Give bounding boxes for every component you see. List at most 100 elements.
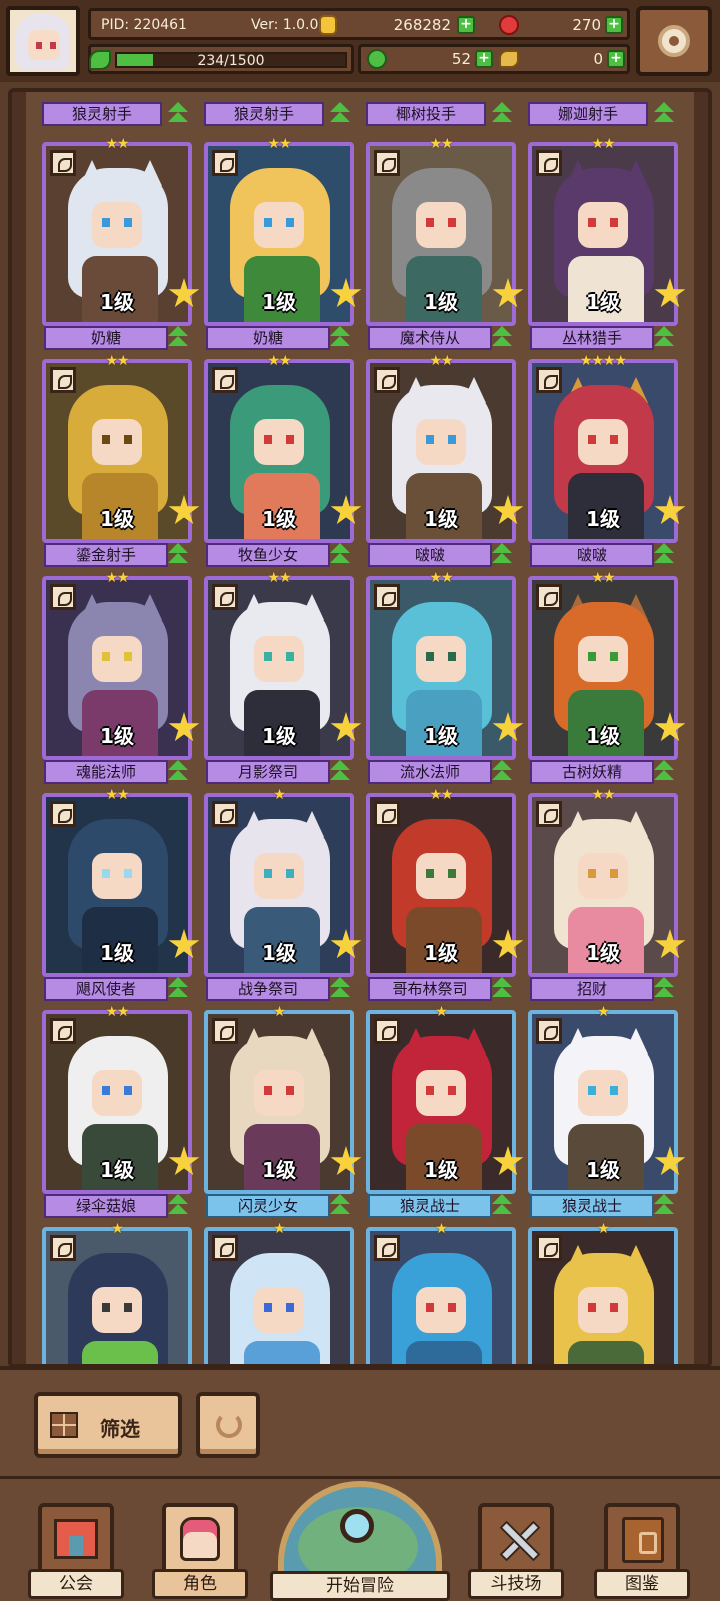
character-eye: [264, 1303, 272, 1312]
filter-button[interactable]: 筛选: [34, 1392, 182, 1458]
rarity-stars: ★★: [591, 136, 615, 152]
add-gem-button[interactable]: +: [605, 16, 623, 34]
card-level: 1级: [586, 290, 620, 314]
character-card[interactable]: ★★ 1级 牧鱼少女: [204, 353, 362, 567]
character-eye: [102, 218, 110, 227]
character-card[interactable]: ★★ 1级 魔术侍从: [366, 136, 524, 350]
character-card[interactable]: ★★ 1级 魂能法师: [42, 570, 200, 784]
character-card[interactable]: ★★ 1级 月影祭司: [204, 570, 362, 784]
card-name: 狼灵战士: [368, 1194, 492, 1218]
character-eye: [588, 869, 596, 878]
nav-character[interactable]: 角色: [152, 1503, 248, 1601]
character-eye: [448, 1086, 456, 1095]
upgrade-arrow-icon[interactable]: [328, 543, 352, 567]
player-avatar[interactable]: [6, 6, 80, 76]
nav-arena[interactable]: 斗技场: [468, 1503, 564, 1601]
character-card[interactable]: ★ 1级 狼灵战士: [528, 1004, 686, 1218]
character-face: [578, 202, 628, 248]
rarity-stars: ★★: [105, 570, 129, 586]
card-name: 丛林猎手: [530, 326, 654, 350]
character-card[interactable]: ★ 1级 狼灵战士: [366, 1004, 524, 1218]
add-clover-button[interactable]: +: [475, 50, 493, 68]
character-collection-board[interactable]: 狼灵射手 狼灵射手 椰树投手 娜迦射手 ★★ 1级 奶糖 ★★ 1级 奶糖 ★★ 1级 魔术侍从…: [8, 88, 712, 1368]
class-icon: [536, 801, 562, 827]
class-icon: [50, 801, 76, 827]
class-icon: [212, 150, 238, 176]
card-frame: [366, 1227, 516, 1364]
character-face: [416, 636, 466, 682]
class-icon: [536, 584, 562, 610]
card-level: 1级: [424, 941, 458, 965]
upgrade-arrow-icon[interactable]: [652, 326, 676, 350]
filter-label: 筛选: [100, 1417, 140, 1441]
refresh-button[interactable]: [196, 1392, 260, 1458]
class-icon: [374, 584, 400, 610]
card-name: 狼灵战士: [530, 1194, 654, 1218]
add-key-button[interactable]: +: [607, 50, 625, 68]
character-card[interactable]: ★★ 1级 鎏金射手: [42, 353, 200, 567]
add-gold-button[interactable]: +: [457, 16, 475, 34]
upgrade-arrow-icon[interactable]: [490, 326, 514, 350]
character-card[interactable]: ★★ 1级 古树妖精: [528, 570, 686, 784]
character-card[interactable]: ★★ 1级 啵啵: [366, 353, 524, 567]
character-card[interactable]: ★★ 1级 奶糖: [42, 136, 200, 350]
nav-codex-label: 图鉴: [594, 1569, 690, 1599]
nav-guild[interactable]: 公会: [28, 1503, 124, 1601]
nav-codex[interactable]: 图鉴: [594, 1503, 690, 1601]
card-name: 奶糖: [44, 326, 168, 350]
card-name: 啵啵: [368, 543, 492, 567]
character-eye: [426, 1303, 434, 1312]
gold-coin-icon: [319, 15, 337, 35]
upgrade-arrow-icon[interactable]: [490, 543, 514, 567]
upgrade-arrow-icon[interactable]: [166, 326, 190, 350]
player-info-bar: PID: 220461 Ver: 1.0.0.0 268282 + 270 +: [88, 8, 630, 40]
upgrade-arrow-icon[interactable]: [166, 977, 190, 1001]
class-icon: [374, 1018, 400, 1044]
character-eye: [264, 652, 272, 661]
character-eye: [124, 869, 132, 878]
character-card[interactable]: ★★ 1级 奶糖: [204, 136, 362, 350]
character-card[interactable]: ★: [42, 1221, 192, 1364]
upgrade-arrow-icon[interactable]: [652, 760, 676, 784]
character-card[interactable]: ★ 1级 闪灵少女: [204, 1004, 362, 1218]
rarity-stars: ★: [111, 1221, 124, 1237]
upgrade-arrow-icon[interactable]: [490, 1194, 514, 1218]
rarity-stars: ★★: [267, 136, 291, 152]
rarity-stars: ★: [435, 1004, 448, 1020]
card-frame: [528, 1227, 678, 1364]
upgrade-arrow-icon: [328, 102, 352, 126]
character-card[interactable]: ★: [366, 1221, 516, 1364]
upgrade-arrow-icon[interactable]: [166, 1194, 190, 1218]
card-name: 奶糖: [206, 326, 330, 350]
character-card[interactable]: ★ 1级 战争祭司: [204, 787, 362, 1001]
upgrade-arrow-icon[interactable]: [652, 1194, 676, 1218]
character-card[interactable]: ★★ 1级 飓风使者: [42, 787, 200, 1001]
character-card[interactable]: ★★★★ 1级 啵啵: [528, 353, 686, 567]
settings-button[interactable]: [636, 6, 712, 76]
upgrade-arrow-icon[interactable]: [652, 977, 676, 1001]
character-face: [254, 853, 304, 899]
card-name: 狼灵射手: [42, 102, 162, 126]
class-icon: [374, 801, 400, 827]
upgrade-arrow-icon[interactable]: [490, 977, 514, 1001]
character-eye: [286, 869, 294, 878]
upgrade-arrow-icon[interactable]: [652, 543, 676, 567]
character-face: [92, 1070, 142, 1116]
upgrade-arrow-icon[interactable]: [328, 760, 352, 784]
character-card[interactable]: ★★ 1级 绿伞菇娘: [42, 1004, 200, 1218]
nav-start-adventure[interactable]: 开始冒险: [270, 1479, 450, 1601]
upgrade-arrow-icon[interactable]: [166, 760, 190, 784]
character-card[interactable]: ★★ 1级 流水法师: [366, 570, 524, 784]
character-card[interactable]: ★★ 1级 招财: [528, 787, 686, 1001]
character-card[interactable]: ★★ 1级 哥布林祭司: [366, 787, 524, 1001]
upgrade-arrow-icon[interactable]: [490, 760, 514, 784]
character-card[interactable]: ★: [204, 1221, 354, 1364]
upgrade-arrow-icon[interactable]: [166, 543, 190, 567]
character-card[interactable]: ★★ 1级丛林猎手: [528, 136, 686, 350]
filter-toolbar: 筛选: [0, 1366, 720, 1476]
upgrade-arrow-icon[interactable]: [328, 1194, 352, 1218]
character-card[interactable]: ★: [528, 1221, 678, 1364]
class-icon: [212, 801, 238, 827]
upgrade-arrow-icon[interactable]: [328, 326, 352, 350]
upgrade-arrow-icon[interactable]: [328, 977, 352, 1001]
